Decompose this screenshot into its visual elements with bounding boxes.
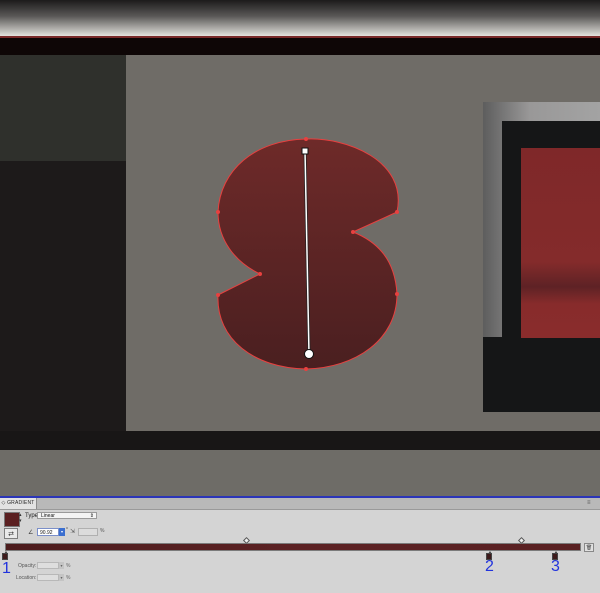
anchor-point[interactable] — [258, 272, 262, 276]
angle-dropdown-icon[interactable]: ▾ — [59, 528, 65, 536]
color-stop-1[interactable] — [2, 551, 8, 560]
opacity-unit: % — [66, 563, 71, 569]
location-input[interactable] — [37, 574, 59, 581]
tab-gradient[interactable]: ◇ GRADIENT — [0, 498, 37, 509]
annotation-number-3: 3 — [551, 558, 560, 575]
angle-icon: ∠ — [28, 530, 34, 536]
opacity-dropdown-icon[interactable]: ▾ — [59, 562, 64, 569]
canvas-shapes[interactable] — [0, 0, 600, 496]
aspect-ratio-icon: ⇲ — [70, 529, 76, 535]
location-dropdown-icon[interactable]: ▾ — [59, 574, 64, 581]
angle-unit: ° — [66, 527, 68, 533]
annotation-number-2: 2 — [485, 558, 494, 575]
anchor-point[interactable] — [216, 293, 220, 297]
anchor-point[interactable] — [351, 230, 355, 234]
gradient-swatch[interactable] — [4, 512, 20, 527]
annotation-number-1: 1 — [2, 560, 11, 577]
panel-menu-icon[interactable]: ≡ — [587, 500, 595, 506]
aspect-ratio-input[interactable] — [78, 528, 98, 536]
angle-input[interactable]: 90.92 — [37, 528, 59, 536]
reverse-gradient-icon[interactable]: ⇄ — [4, 528, 18, 539]
location-unit: % — [66, 575, 71, 581]
gradient-slider[interactable] — [5, 543, 581, 551]
type-select-value: Linear — [41, 513, 55, 519]
chevron-down-icon: ⇕ — [89, 513, 94, 519]
anchor-point[interactable] — [395, 292, 399, 296]
panel-tab-bar — [0, 498, 600, 510]
anchor-point[interactable] — [395, 210, 399, 214]
delete-stop-icon[interactable]: 🗑 — [584, 543, 594, 552]
anchor-point[interactable] — [216, 210, 220, 214]
location-label: Location: — [16, 575, 37, 581]
swatch-stepper-icon[interactable]: ▴ ▾ — [19, 512, 23, 525]
aspect-unit: % — [100, 528, 105, 534]
type-select[interactable]: Linear ⇕ — [37, 512, 97, 519]
anchor-point[interactable] — [304, 367, 308, 371]
anchor-point[interactable] — [304, 137, 308, 141]
opacity-input[interactable] — [37, 562, 59, 569]
opacity-label: Opacity: — [18, 563, 37, 569]
